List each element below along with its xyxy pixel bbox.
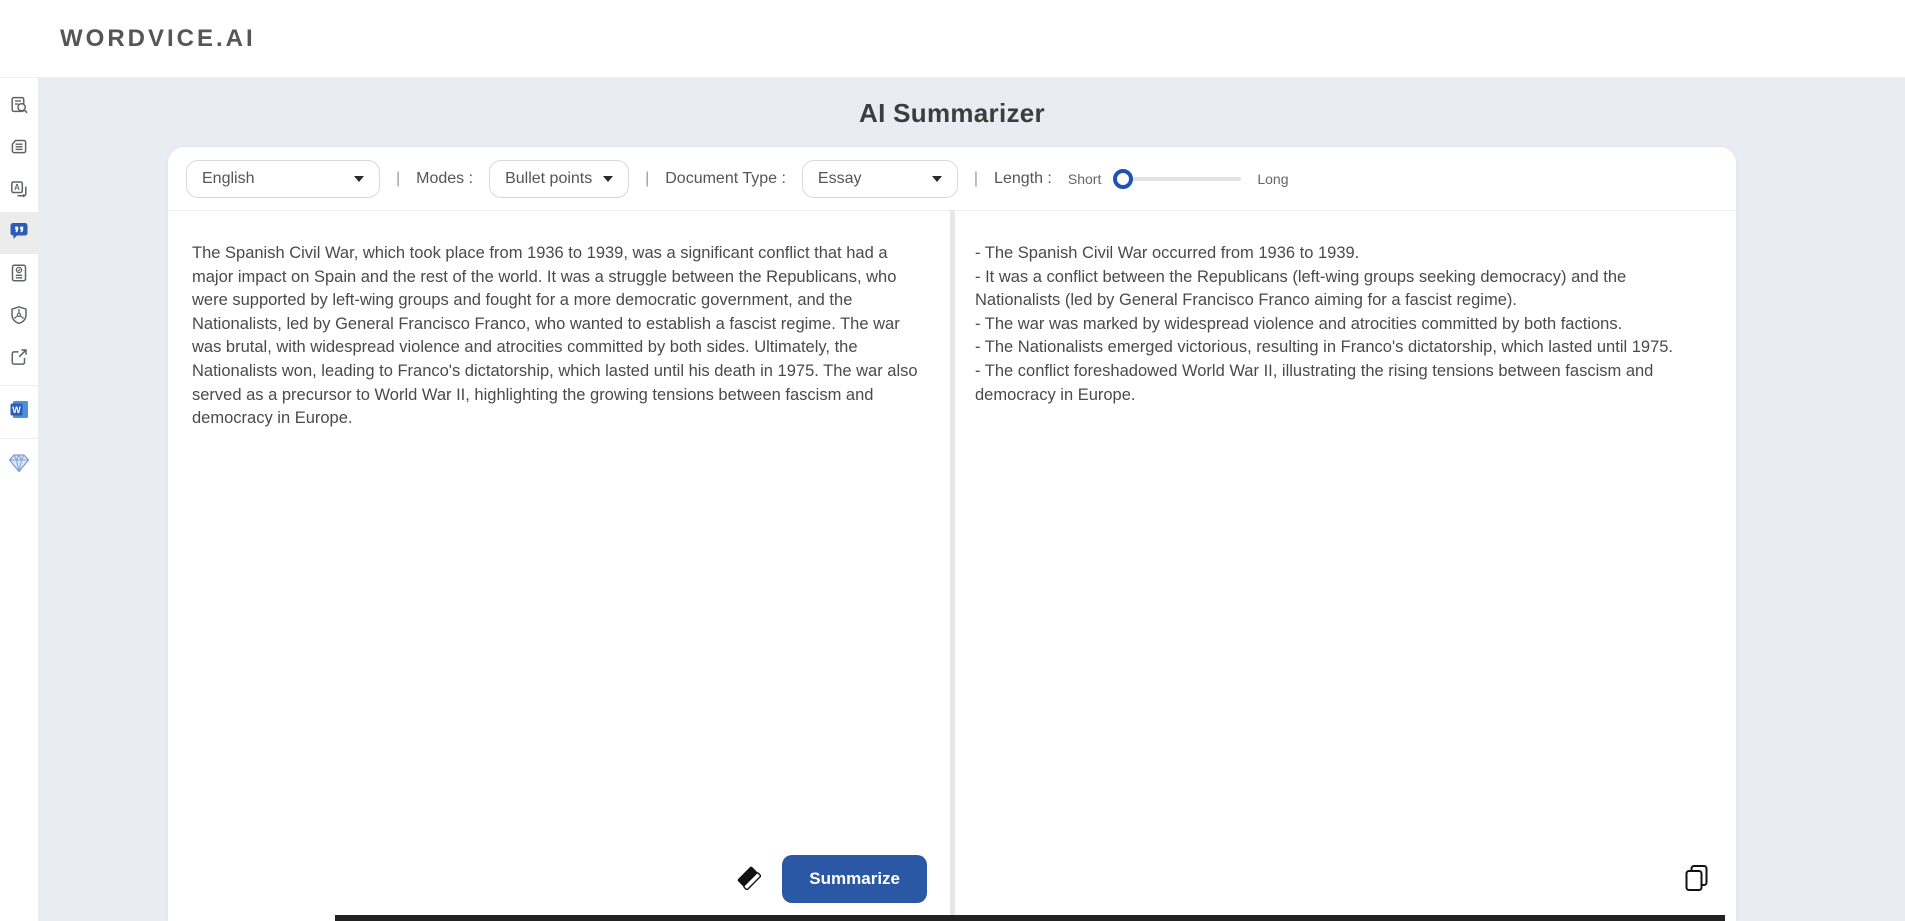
eraser-icon <box>734 863 764 896</box>
source-text-panel[interactable]: The Spanish Civil War, which took place … <box>168 211 950 921</box>
source-text[interactable]: The Spanish Civil War, which took place … <box>192 242 920 431</box>
sidebar-item-premium[interactable] <box>0 444 38 486</box>
sidebar-item-ai-detector[interactable] <box>0 296 38 338</box>
sidebar-item-proofreading[interactable] <box>0 86 38 128</box>
length-slider-group: Short Long <box>1068 171 1289 187</box>
summarizer-card: English | Modes : Bullet points | Docume… <box>168 147 1736 921</box>
copy-summary-button[interactable] <box>1683 864 1710 896</box>
chevron-down-icon <box>603 176 613 182</box>
chevron-down-icon <box>354 176 364 182</box>
ms-word-icon: W <box>9 399 30 425</box>
sidebar-item-translate[interactable]: A <box>0 170 38 212</box>
premium-diamond-icon <box>8 453 30 478</box>
content-panels: The Spanish Civil War, which took place … <box>168 211 1736 921</box>
toolbar-separator: | <box>645 170 649 188</box>
svg-text:W: W <box>12 405 21 415</box>
document-type-label: Document Type : <box>665 170 786 188</box>
bottom-cutoff-bar <box>335 915 1725 921</box>
sidebar-divider <box>0 385 38 386</box>
summary-bullet: - The conflict foreshadowed World War II… <box>975 360 1678 407</box>
summary-bullet: - The Nationalists emerged victorious, r… <box>975 336 1678 360</box>
source-actions: Summarize <box>734 855 927 903</box>
length-label: Length : <box>994 170 1052 188</box>
toolbar: English | Modes : Bullet points | Docume… <box>168 147 1736 211</box>
external-link-icon <box>9 347 29 372</box>
sidebar-item-summarizer[interactable] <box>0 212 38 254</box>
sidebar-item-notes[interactable] <box>0 128 38 170</box>
clear-text-button[interactable] <box>734 863 764 896</box>
summary-bullet: - The Spanish Civil War occurred from 19… <box>975 242 1678 266</box>
page-title: AI Summarizer <box>168 98 1736 129</box>
modes-select[interactable]: Bullet points <box>489 160 629 198</box>
length-long-label: Long <box>1257 171 1288 187</box>
sidebar-item-word-addin[interactable]: W <box>0 391 38 433</box>
toolbar-separator: | <box>974 170 978 188</box>
document-type-value: Essay <box>818 170 862 188</box>
modes-value: Bullet points <box>505 170 592 188</box>
modes-label: Modes : <box>416 170 473 188</box>
sidebar: A <box>0 78 38 921</box>
document-type-select[interactable]: Essay <box>802 160 958 198</box>
language-select[interactable]: English <box>186 160 380 198</box>
toolbar-separator: | <box>396 170 400 188</box>
sidebar-divider <box>0 438 38 439</box>
summary-bullet: - The war was marked by widespread viole… <box>975 313 1678 337</box>
summary-output-panel: - The Spanish Civil War occurred from 19… <box>955 211 1736 921</box>
sidebar-item-external[interactable] <box>0 338 38 380</box>
length-short-label: Short <box>1068 171 1101 187</box>
length-slider-track[interactable] <box>1117 177 1241 181</box>
summarizer-quote-icon <box>9 221 29 245</box>
resume-check-icon <box>9 263 29 288</box>
document-search-icon <box>9 95 29 120</box>
app-root: WORDVICE.AI <box>0 0 1905 921</box>
shield-ai-icon <box>9 305 29 330</box>
top-header: WORDVICE.AI <box>0 0 1905 78</box>
svg-text:A: A <box>14 183 20 192</box>
wordvice-logo[interactable]: WORDVICE.AI <box>60 25 256 53</box>
length-slider-knob[interactable] <box>1113 169 1133 189</box>
notes-icon <box>9 137 29 162</box>
translate-icon: A <box>9 179 29 204</box>
summarize-button[interactable]: Summarize <box>782 855 927 903</box>
copy-icon <box>1683 881 1710 896</box>
sidebar-item-resume[interactable] <box>0 254 38 296</box>
language-value: English <box>202 170 254 188</box>
chevron-down-icon <box>932 176 942 182</box>
summary-bullet: - It was a conflict between the Republic… <box>975 266 1678 313</box>
